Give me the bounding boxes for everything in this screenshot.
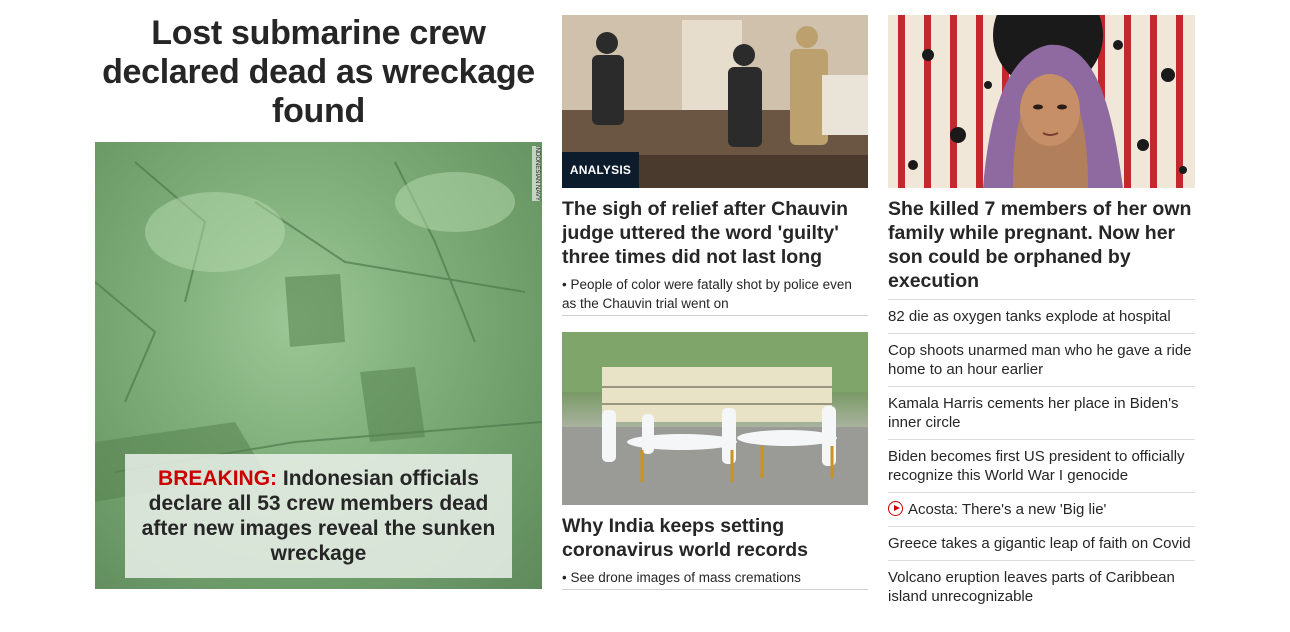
- story-card-chauvin[interactable]: ANALYSIS The sigh of relief after Chauvi…: [562, 15, 868, 316]
- execution-headline[interactable]: She killed 7 members of her own family w…: [888, 197, 1195, 293]
- breaking-label: BREAKING:: [158, 467, 278, 490]
- lead-story[interactable]: Lost submarine crew declared dead as wre…: [95, 14, 542, 589]
- list-item[interactable]: Greece takes a gigantic leap of faith on…: [888, 526, 1195, 560]
- image-credit: INDONESIAN NAVY: [532, 146, 540, 201]
- headline-list: 82 die as oxygen tanks explode at hospit…: [888, 299, 1195, 613]
- list-item[interactable]: 82 die as oxygen tanks explode at hospit…: [888, 299, 1195, 333]
- column-right: She killed 7 members of her own family w…: [888, 15, 1195, 613]
- india-covid-illustration: [562, 332, 868, 505]
- chauvin-headline[interactable]: The sigh of relief after Chauvin judge u…: [562, 197, 868, 269]
- chauvin-related-link[interactable]: • People of color were fatally shot by p…: [562, 275, 868, 316]
- list-item[interactable]: Acosta: There's a new 'Big lie': [888, 492, 1195, 526]
- analysis-tag: ANALYSIS: [562, 152, 639, 188]
- lead-headline[interactable]: Lost submarine crew declared dead as wre…: [95, 14, 542, 142]
- breaking-news-box[interactable]: BREAKING: Indonesian officials declare a…: [125, 454, 512, 578]
- video-play-icon: [888, 501, 903, 516]
- india-headline[interactable]: Why India keeps setting coronavirus worl…: [562, 514, 868, 562]
- list-item[interactable]: Biden becomes first US president to offi…: [888, 439, 1195, 492]
- column-middle: ANALYSIS The sigh of relief after Chauvi…: [562, 15, 868, 590]
- list-item[interactable]: Cop shoots unarmed man who he gave a rid…: [888, 333, 1195, 386]
- pregnant-woman-illustration[interactable]: [888, 15, 1195, 188]
- prison-illustration: [888, 15, 1195, 188]
- story-card-india[interactable]: Why India keeps setting coronavirus worl…: [562, 332, 868, 590]
- india-related-link[interactable]: • See drone images of mass cremations: [562, 568, 868, 590]
- india-covid-image[interactable]: [562, 332, 868, 505]
- list-item[interactable]: Volcano eruption leaves parts of Caribbe…: [888, 560, 1195, 613]
- lead-image-submarine-wreckage[interactable]: INDONESIAN NAVY BREAKING: Indonesian off…: [95, 142, 542, 589]
- courtroom-image[interactable]: ANALYSIS: [562, 15, 868, 188]
- list-item[interactable]: Kamala Harris cements her place in Biden…: [888, 386, 1195, 439]
